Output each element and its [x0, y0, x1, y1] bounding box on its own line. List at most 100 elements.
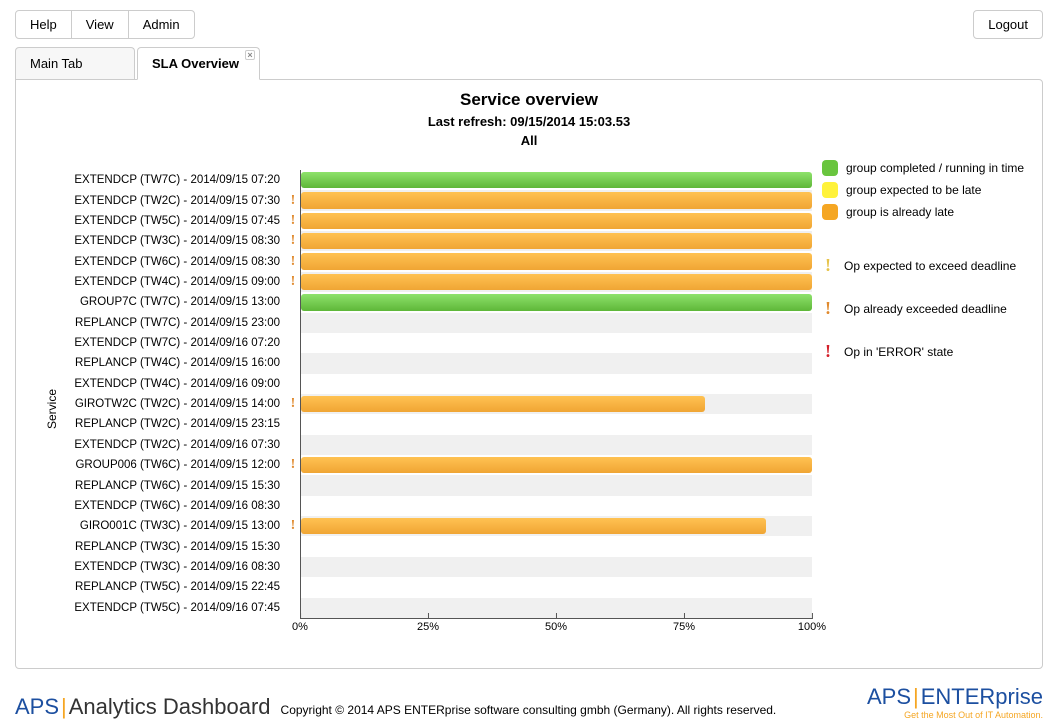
row-label: EXTENDCP (TW5C) - 2014/09/16 07:45 — [66, 602, 286, 614]
legend-item: !Op expected to exceed deadline — [822, 255, 1027, 276]
row-label: EXTENDCP (TW5C) - 2014/09/15 07:45 — [66, 215, 286, 227]
legend-marks: !Op expected to exceed deadline!Op alrea… — [822, 255, 1027, 384]
chart-title: Service overview — [16, 90, 1042, 110]
bar[interactable] — [301, 457, 812, 473]
x-tick: 50% — [545, 615, 567, 627]
footer-copyright: Copyright © 2014 APS ENTERprise software… — [281, 703, 777, 717]
legend-label: Op expected to exceed deadline — [844, 259, 1016, 273]
bar-zone — [300, 211, 812, 231]
row-label: GIROTW2C (TW2C) - 2014/09/15 14:00 — [66, 398, 286, 410]
table-row[interactable]: EXTENDCP (TW6C) - 2014/09/16 08:30 — [66, 496, 812, 516]
bar-zone — [300, 455, 812, 475]
bar[interactable] — [301, 294, 812, 310]
row-label: EXTENDCP (TW2C) - 2014/09/16 07:30 — [66, 439, 286, 451]
warning-icon: ! — [286, 457, 300, 473]
bar[interactable] — [301, 274, 812, 290]
tab-strip: Main TabSLA Overview× — [0, 47, 1058, 79]
x-tick: 100% — [798, 615, 826, 627]
bar-zone — [300, 414, 812, 434]
warning-icon: ! — [822, 341, 834, 362]
bar-zone — [300, 170, 812, 190]
admin-button[interactable]: Admin — [128, 10, 195, 39]
warning-icon: ! — [286, 193, 300, 209]
row-label: REPLANCP (TW2C) - 2014/09/15 23:15 — [66, 418, 286, 430]
legend-label: group is already late — [846, 205, 954, 219]
bar-zone — [300, 272, 812, 292]
table-row[interactable]: GROUP7C (TW7C) - 2014/09/15 13:00 — [66, 292, 812, 312]
bar-zone — [300, 536, 812, 556]
warning-icon: ! — [286, 213, 300, 229]
help-button[interactable]: Help — [15, 10, 72, 39]
bar-zone — [300, 333, 812, 353]
row-label: REPLANCP (TW3C) - 2014/09/15 15:30 — [66, 541, 286, 553]
table-row[interactable]: GROUP006 (TW6C) - 2014/09/15 12:00! — [66, 455, 812, 475]
table-row[interactable]: EXTENDCP (TW3C) - 2014/09/15 08:30! — [66, 231, 812, 251]
view-button[interactable]: View — [71, 10, 129, 39]
bar[interactable] — [301, 396, 705, 412]
row-label: GIRO001C (TW3C) - 2014/09/15 13:00 — [66, 520, 286, 532]
chart-subtitle: Last refresh: 09/15/2014 15:03.53 — [16, 114, 1042, 129]
row-label: GROUP006 (TW6C) - 2014/09/15 12:00 — [66, 459, 286, 471]
bar[interactable] — [301, 518, 766, 534]
table-row[interactable]: REPLANCP (TW5C) - 2014/09/15 22:45 — [66, 577, 812, 597]
row-label: EXTENDCP (TW4C) - 2014/09/15 09:00 — [66, 276, 286, 288]
bar-zone — [300, 231, 812, 251]
legend-item: ! Op already exceeded deadline — [822, 298, 1027, 319]
table-row[interactable]: EXTENDCP (TW3C) - 2014/09/16 08:30 — [66, 557, 812, 577]
table-row[interactable]: EXTENDCP (TW2C) - 2014/09/16 07:30 — [66, 435, 812, 455]
row-label: EXTENDCP (TW2C) - 2014/09/15 07:30 — [66, 195, 286, 207]
table-row[interactable]: EXTENDCP (TW2C) - 2014/09/15 07:30! — [66, 190, 812, 210]
table-row[interactable]: REPLANCP (TW3C) - 2014/09/15 15:30 — [66, 536, 812, 556]
table-row[interactable]: REPLANCP (TW6C) - 2014/09/15 15:30 — [66, 475, 812, 495]
bar[interactable] — [301, 253, 812, 269]
legend-bars: group completed / running in timegroup e… — [822, 160, 1027, 226]
bar-zone — [300, 292, 812, 312]
bar[interactable] — [301, 233, 812, 249]
table-row[interactable]: EXTENDCP (TW4C) - 2014/09/16 09:00 — [66, 374, 812, 394]
warning-icon: ! — [286, 396, 300, 412]
row-label: REPLANCP (TW6C) - 2014/09/15 15:30 — [66, 480, 286, 492]
bar-zone — [300, 435, 812, 455]
bar[interactable] — [301, 213, 812, 229]
main-menu: Help View Admin — [15, 10, 195, 39]
swatch-icon — [822, 204, 838, 220]
chart-rows: EXTENDCP (TW7C) - 2014/09/15 07:20EXTEND… — [66, 170, 812, 618]
table-row[interactable]: GIRO001C (TW3C) - 2014/09/15 13:00! — [66, 516, 812, 536]
bar[interactable] — [301, 192, 812, 208]
bar-zone — [300, 251, 812, 271]
sla-overview-panel: Service overview Last refresh: 09/15/201… — [15, 79, 1043, 669]
close-icon[interactable]: × — [245, 50, 255, 60]
table-row[interactable]: EXTENDCP (TW7C) - 2014/09/15 07:20 — [66, 170, 812, 190]
legend-item: group expected to be late — [822, 182, 1027, 198]
footer: APS|Analytics Dashboard Copyright © 2014… — [15, 684, 1043, 720]
table-row[interactable]: REPLANCP (TW4C) - 2014/09/15 16:00 — [66, 353, 812, 373]
bar[interactable] — [301, 172, 812, 188]
table-row[interactable]: EXTENDCP (TW7C) - 2014/09/16 07:20 — [66, 333, 812, 353]
row-label: REPLANCP (TW4C) - 2014/09/15 16:00 — [66, 357, 286, 369]
bar-zone — [300, 374, 812, 394]
tab-main-tab[interactable]: Main Tab — [15, 47, 135, 79]
bar-zone — [300, 577, 812, 597]
warning-icon: ! — [822, 298, 834, 319]
table-row[interactable]: REPLANCP (TW7C) - 2014/09/15 23:00 — [66, 313, 812, 333]
table-row[interactable]: EXTENDCP (TW4C) - 2014/09/15 09:00! — [66, 272, 812, 292]
x-tick: 25% — [417, 615, 439, 627]
bar-zone — [300, 496, 812, 516]
bar-zone — [300, 394, 812, 414]
footer-brand-left: APS|Analytics Dashboard — [15, 694, 271, 720]
legend-label: Op already exceeded deadline — [844, 302, 1007, 316]
x-tick: 0% — [292, 615, 308, 627]
tab-sla-overview[interactable]: SLA Overview× — [137, 47, 260, 80]
x-axis: 0%25%50%75%100% — [300, 618, 812, 638]
row-label: EXTENDCP (TW6C) - 2014/09/16 08:30 — [66, 500, 286, 512]
warning-icon: ! — [286, 233, 300, 249]
table-row[interactable]: GIROTW2C (TW2C) - 2014/09/15 14:00! — [66, 394, 812, 414]
row-label: EXTENDCP (TW4C) - 2014/09/16 09:00 — [66, 378, 286, 390]
table-row[interactable]: REPLANCP (TW2C) - 2014/09/15 23:15 — [66, 414, 812, 434]
chart-area: Service EXTENDCP (TW7C) - 2014/09/15 07:… — [36, 170, 812, 648]
logout-button[interactable]: Logout — [973, 10, 1043, 39]
legend-label: group expected to be late — [846, 183, 981, 197]
table-row[interactable]: EXTENDCP (TW5C) - 2014/09/15 07:45! — [66, 211, 812, 231]
table-row[interactable]: EXTENDCP (TW6C) - 2014/09/15 08:30! — [66, 251, 812, 271]
bar-zone — [300, 557, 812, 577]
